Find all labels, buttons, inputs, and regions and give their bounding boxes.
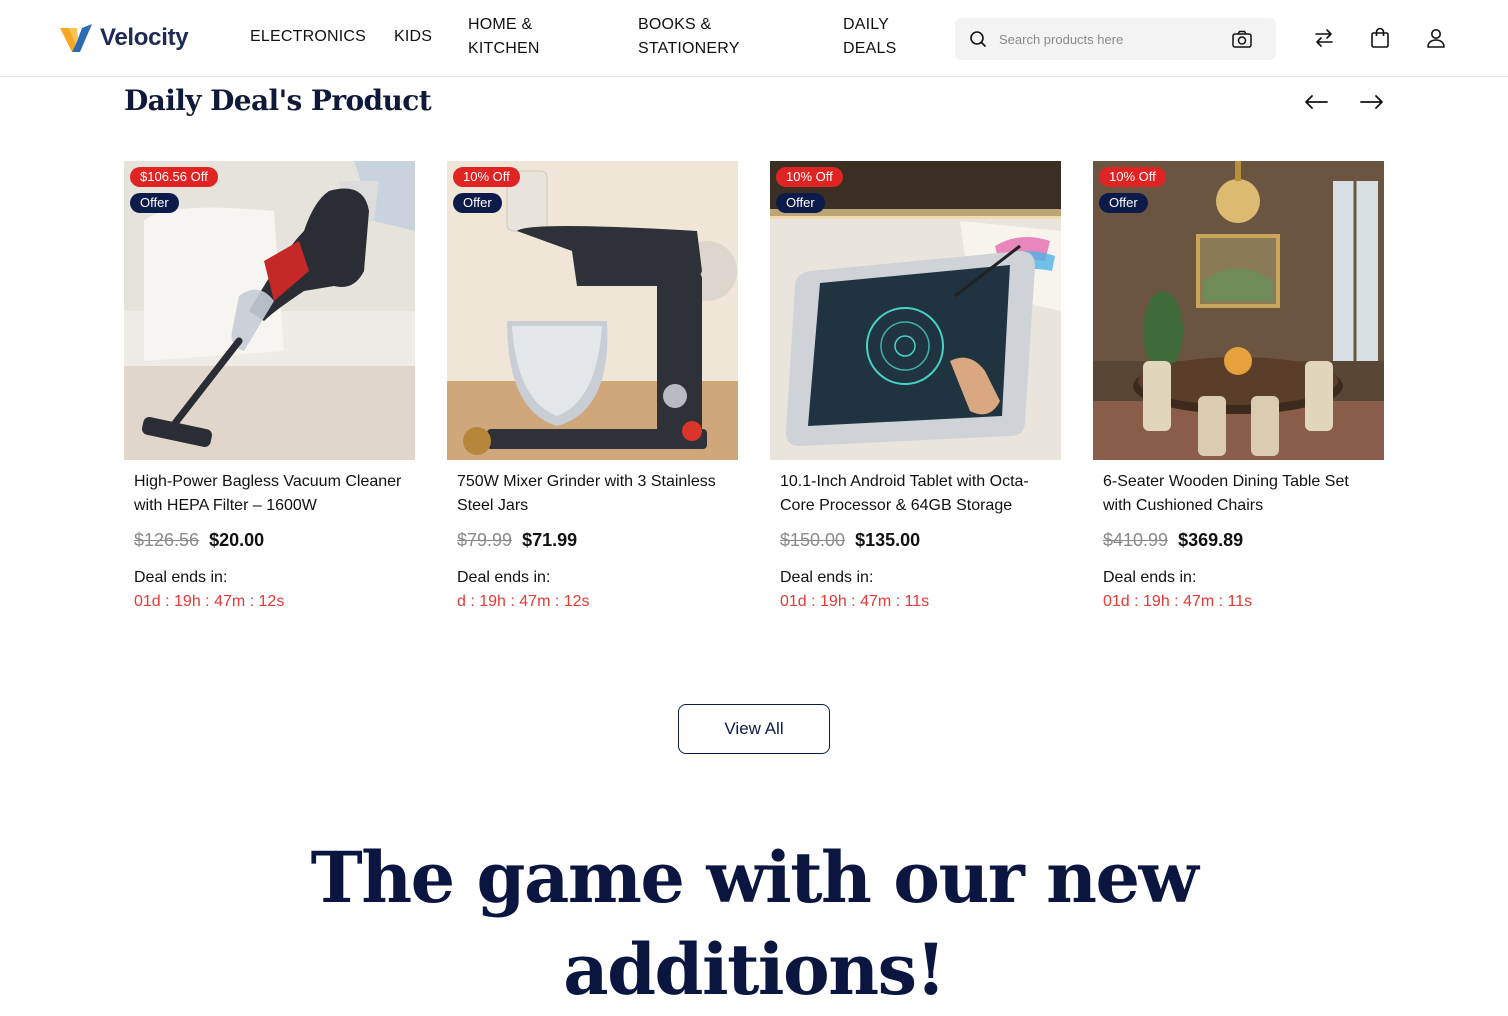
product-title[interactable]: 10.1-Inch Android Tablet with Octa-Core … bbox=[780, 470, 1051, 518]
discount-badge: 10% Off bbox=[453, 167, 520, 187]
product-title[interactable]: 6-Seater Wooden Dining Table Set with Cu… bbox=[1103, 470, 1374, 518]
nav-electronics[interactable]: ELECTRONICS bbox=[250, 25, 366, 49]
discount-badge: 10% Off bbox=[776, 167, 843, 187]
deal-countdown: 01d : 19h : 47m : 11s bbox=[1103, 593, 1253, 610]
hero-title: The game with our new additions! bbox=[310, 836, 1199, 1011]
product-title[interactable]: 750W Mixer Grinder with 3 Stainless Stee… bbox=[457, 470, 728, 518]
old-price: $150.00 bbox=[780, 530, 846, 550]
deal-countdown: 01d : 19h : 47m : 12s bbox=[134, 593, 285, 610]
user-icon[interactable] bbox=[1425, 27, 1447, 49]
brand-name: Velocity bbox=[100, 24, 189, 51]
product-card[interactable]: 10% Off Offer 750W Mixer Grinder with 3 … bbox=[447, 161, 738, 611]
sale-price: $135.00 bbox=[855, 530, 921, 550]
search-icon[interactable] bbox=[968, 29, 988, 49]
product-image[interactable]: 10% Off Offer bbox=[447, 161, 738, 460]
search-input[interactable] bbox=[999, 18, 1219, 60]
old-price: $79.99 bbox=[457, 530, 513, 550]
product-card[interactable]: 10% Off Offer 10.1-Inch Android Tablet w… bbox=[770, 161, 1061, 611]
product-image[interactable]: $106.56 Off Offer bbox=[124, 161, 415, 460]
discount-badge: $106.56 Off bbox=[130, 167, 218, 187]
discount-badge: 10% Off bbox=[1099, 167, 1166, 187]
offer-badge: Offer bbox=[453, 193, 502, 213]
deal-countdown: d : 19h : 47m : 12s bbox=[457, 593, 590, 610]
deal-ends-label: Deal ends in: bbox=[457, 569, 551, 586]
nav-books-stationery[interactable]: BOOKS & STATIONERY bbox=[638, 13, 798, 61]
compare-arrows-icon[interactable] bbox=[1313, 27, 1335, 49]
arrow-right-icon[interactable] bbox=[1359, 92, 1385, 112]
offer-badge: Offer bbox=[1099, 193, 1148, 213]
product-card[interactable]: $106.56 Off Offer High-Power Bagless Vac… bbox=[124, 161, 415, 611]
site-header: Velocity ELECTRONICS KIDS HOME & KITCHEN… bbox=[0, 0, 1508, 77]
brand-logo[interactable]: Velocity bbox=[60, 22, 189, 54]
product-title[interactable]: High-Power Bagless Vacuum Cleaner with H… bbox=[134, 470, 405, 518]
nav-home-kitchen[interactable]: HOME & KITCHEN bbox=[468, 13, 578, 61]
camera-search-icon[interactable] bbox=[1231, 29, 1253, 49]
search-bar bbox=[955, 18, 1276, 60]
view-all-button[interactable]: View All bbox=[678, 704, 830, 754]
deal-ends-label: Deal ends in: bbox=[1103, 569, 1197, 586]
old-price: $126.56 bbox=[134, 530, 200, 550]
deal-countdown: 01d : 19h : 47m : 11s bbox=[780, 593, 930, 610]
sale-price: $20.00 bbox=[209, 530, 265, 550]
deal-ends-label: Deal ends in: bbox=[780, 569, 874, 586]
nav-kids[interactable]: KIDS bbox=[394, 25, 432, 49]
offer-badge: Offer bbox=[776, 193, 825, 213]
product-image[interactable]: 10% Off Offer bbox=[770, 161, 1061, 460]
old-price: $410.99 bbox=[1103, 530, 1169, 550]
section-title: Daily Deal's Product bbox=[124, 84, 432, 117]
nav-daily-deals[interactable]: DAILY DEALS bbox=[843, 13, 923, 61]
deal-ends-label: Deal ends in: bbox=[134, 569, 228, 586]
sale-price: $369.89 bbox=[1178, 530, 1244, 550]
arrow-left-icon[interactable] bbox=[1303, 92, 1329, 112]
product-image[interactable]: 10% Off Offer bbox=[1093, 161, 1384, 460]
velocity-logo-icon bbox=[60, 24, 92, 52]
sale-price: $71.99 bbox=[522, 530, 578, 550]
shopping-bag-icon[interactable] bbox=[1370, 27, 1390, 49]
product-card[interactable]: 10% Off Offer 6-Seater Wooden Dining Tab… bbox=[1093, 161, 1384, 611]
offer-badge: Offer bbox=[130, 193, 179, 213]
